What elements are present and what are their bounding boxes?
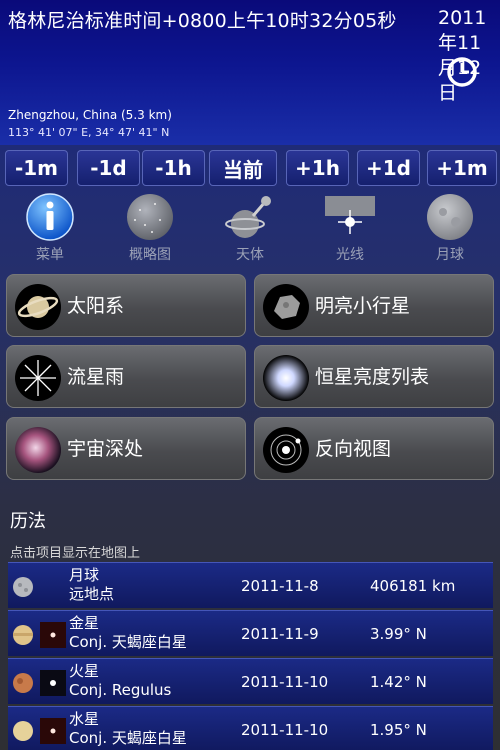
category-label: 反向视图 [315,438,392,460]
tool-label: 概略图 [129,247,171,263]
event-value: 3.99° N [370,625,427,643]
tool-sky-map[interactable]: 概略图 [108,192,192,266]
event-description: Conj. Regulus [69,681,172,699]
tool-moon[interactable]: 月球 [408,192,492,266]
solar-system-button[interactable]: 太阳系 [6,274,246,337]
mars-icon [13,673,33,693]
location-text: Zhengzhou, China (5.3 km) [8,108,172,122]
info-icon [26,193,74,241]
time-step-bar: -1m -1d -1h 当前 +1h +1d +1m [5,150,497,186]
event-object: 月球 [69,566,100,584]
tool-objects[interactable]: 天体 [208,192,292,266]
event-date: 2011-11-10 [241,721,329,739]
star-icon [40,670,66,696]
star-brightness-list-button[interactable]: 恒星亮度列表 [254,345,494,408]
event-row[interactable]: 火星 Conj. Regulus 2011-11-10 1.42° N [8,658,493,704]
category-label: 恒星亮度列表 [315,366,430,388]
tool-label: 光线 [336,247,364,263]
moon-icon [427,194,473,240]
category-label: 流星雨 [67,366,125,388]
event-description: 远地点 [69,585,115,603]
tool-menu[interactable]: 菜单 [8,192,92,266]
event-date: 2011-11-10 [241,673,329,691]
star-icon [40,622,66,648]
event-object: 火星 [69,662,100,680]
category-label: 宇宙深处 [67,438,144,460]
sky-map-icon [127,194,173,240]
event-object: 水星 [69,710,100,728]
date-line: 2011 [438,7,487,29]
almanac-hint: 点击项目显示在地图上 [10,546,141,561]
tool-label: 天体 [236,247,264,263]
minus-1-hour-button[interactable]: -1h [142,150,205,186]
event-row[interactable]: 月球 远地点 2011-11-8 406181 km [8,562,493,608]
bright-star-icon [263,355,309,401]
event-description: Conj. 天蝎座白星 [69,633,187,651]
moon-icon [13,577,33,597]
plus-1-day-button[interactable]: +1d [357,150,420,186]
event-value: 406181 km [370,577,456,595]
tool-label: 月球 [436,247,464,263]
event-date: 2011-11-8 [241,577,319,595]
minus-1-minute-button[interactable]: -1m [5,150,68,186]
tool-label: 菜单 [36,247,64,263]
status-header: 格林尼治标准时间+0800上午10时32分05秒 2011 年11 月12 日 … [0,0,500,145]
plus-1-month-button[interactable]: +1m [427,150,497,186]
date-line: 年11 [438,32,482,54]
event-row[interactable]: 金星 Conj. 天蝎座白星 2011-11-9 3.99° N [8,610,493,656]
event-date: 2011-11-9 [241,625,319,643]
event-value: 1.42° N [370,673,427,691]
star-icon [40,718,66,744]
category-label: 太阳系 [67,295,125,317]
push-pin-planet-icon [225,196,271,238]
event-row[interactable]: 水星 Conj. 天蝎座白星 2011-11-10 1.95° N [8,706,493,750]
meteor-shower-button[interactable]: 流星雨 [6,345,246,408]
venus-icon [13,625,33,645]
light-star-icon [325,196,375,234]
saturn-icon [15,284,61,330]
event-object: 金星 [69,614,100,632]
event-description: Conj. 天蝎座白星 [69,729,187,747]
almanac-title: 历法 [10,511,46,532]
event-value: 1.95° N [370,721,427,739]
tool-light[interactable]: 光线 [308,192,392,266]
local-time-text: 格林尼治标准时间+0800上午10时32分05秒 [8,10,397,32]
nebula-icon [15,427,61,473]
plus-1-hour-button[interactable]: +1h [286,150,349,186]
mercury-icon [13,721,33,741]
clock-icon[interactable] [445,55,479,89]
reverse-view-button[interactable]: 反向视图 [254,417,494,480]
coordinates-text: 113° 41' 07" E, 34° 47' 41" N [8,126,170,139]
main-panel: -1m -1d -1h 当前 +1h +1d +1m 菜单 概略图 天体 光线 … [0,145,500,750]
asteroid-icon [263,284,309,330]
bright-asteroids-button[interactable]: 明亮小行星 [254,274,494,337]
deep-sky-button[interactable]: 宇宙深处 [6,417,246,480]
minus-1-day-button[interactable]: -1d [77,150,140,186]
orbit-icon [263,427,309,473]
now-button[interactable]: 当前 [209,150,277,186]
category-label: 明亮小行星 [315,295,411,317]
meteor-shower-icon [15,355,61,401]
